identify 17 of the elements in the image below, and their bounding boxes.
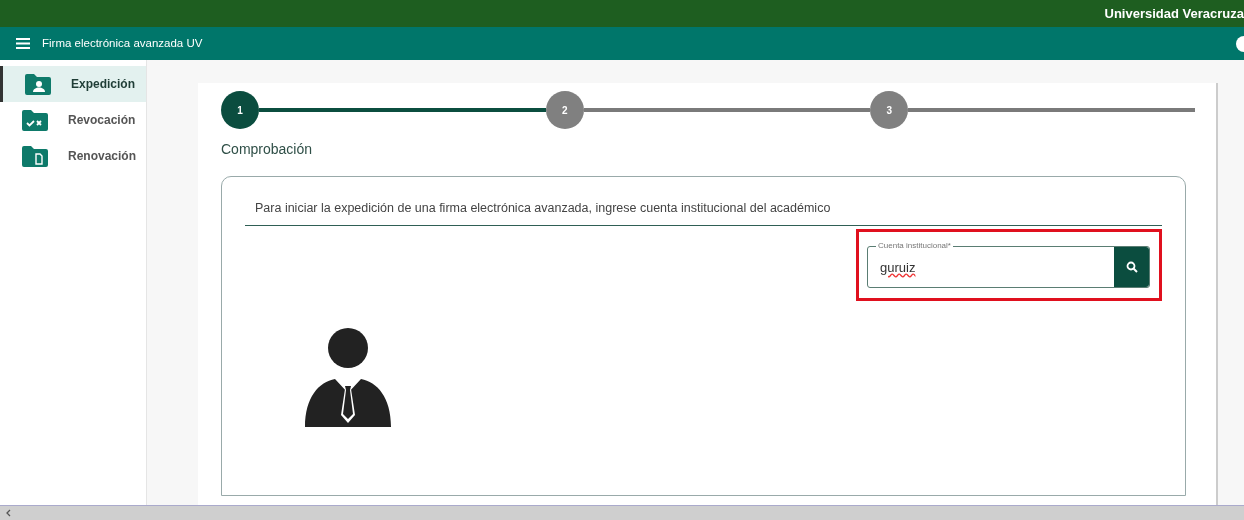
org-name: Universidad Veracruza: [1104, 4, 1244, 23]
person-silhouette-icon: [305, 327, 391, 427]
menu-icon[interactable]: [16, 38, 30, 49]
sidebar-item[interactable]: Expedición: [0, 66, 146, 102]
folder-icon: [22, 109, 48, 131]
folder-icon: [25, 73, 51, 95]
field-value: guruiz: [879, 258, 917, 277]
folder-icon: [22, 145, 48, 167]
search-icon: [1125, 260, 1138, 273]
app-title: Firma electrónica avanzada UV: [42, 35, 203, 51]
sidebar-item[interactable]: Revocación: [0, 102, 146, 138]
instruction-text: Para iniciar la expedición de una firma electrónica avanzada, ingrese cuenta institucional del académico: [245, 199, 1162, 226]
search-button[interactable]: [1114, 246, 1149, 287]
scroll-left-icon[interactable]: [5, 509, 11, 517]
sidebar-item[interactable]: Renovación: [0, 138, 146, 174]
horizontal-scrollbar[interactable]: [0, 505, 1244, 520]
section-title: Comprobación: [221, 140, 314, 159]
